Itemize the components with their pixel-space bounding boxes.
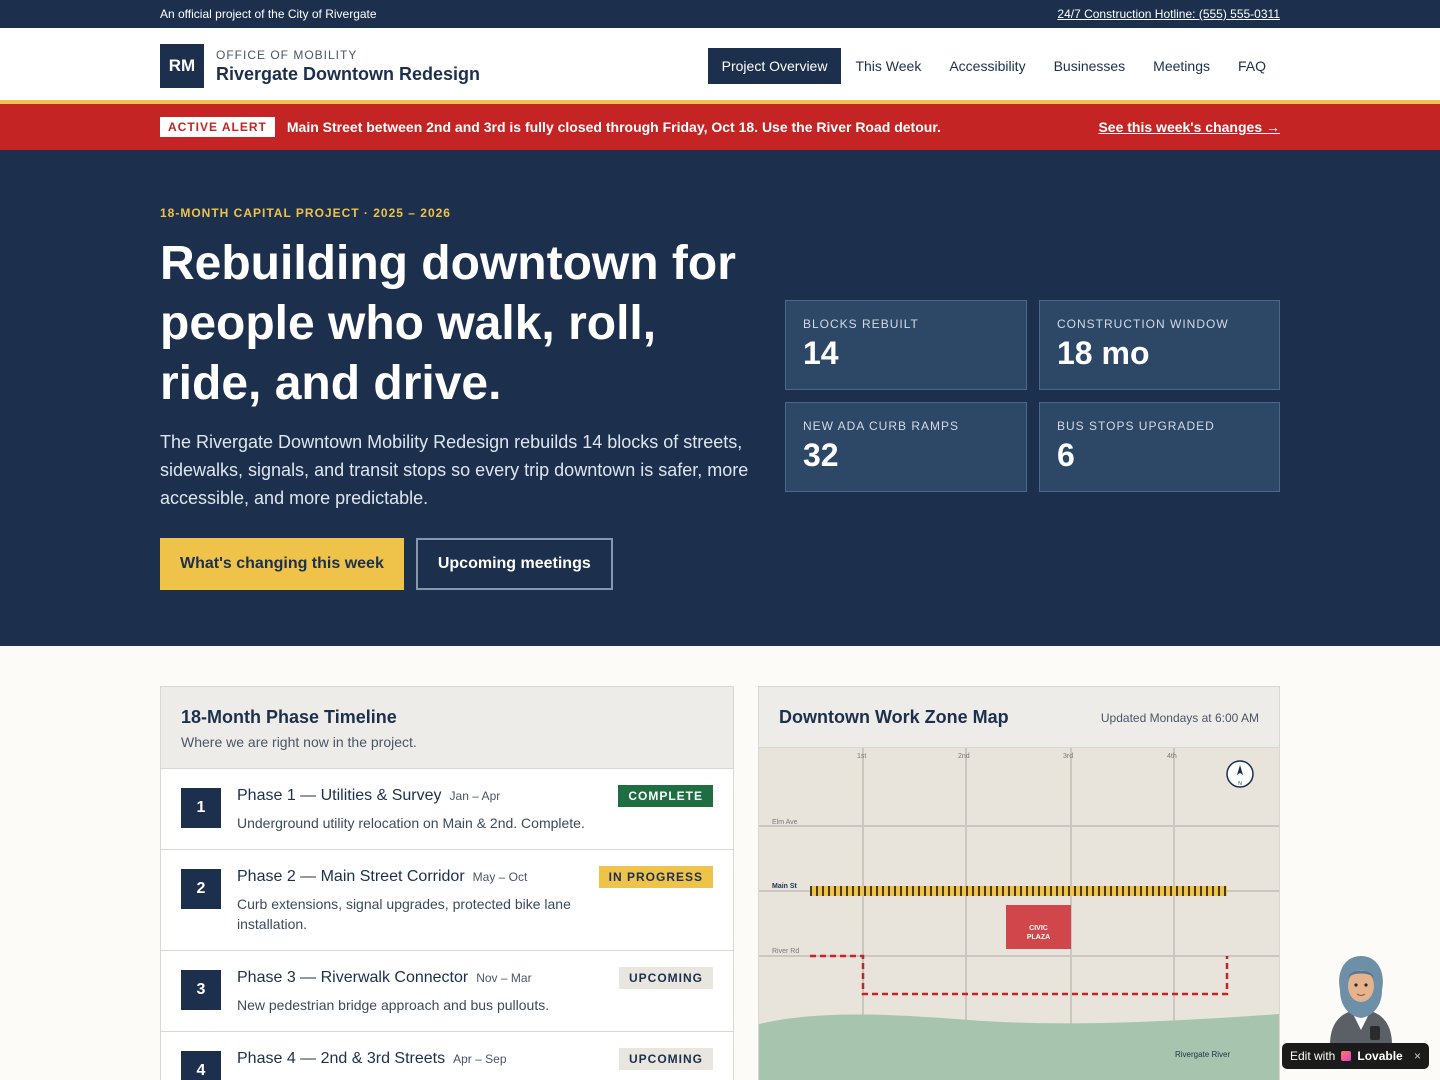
stat-value: 6 [1057,437,1075,473]
status-badge: IN PROGRESS [598,866,713,888]
phase-dates: May – Oct [472,870,528,884]
stat-value: 18 mo [1057,335,1150,371]
nav-meetings[interactable]: Meetings [1139,48,1224,84]
project-stats: BLOCKS REBUILT 14 CONSTRUCTION WINDOW 18… [785,300,1280,492]
phase-item: 4 Phase 4 — 2nd & 3rd Streets Apr – Sep U… [161,1032,733,1080]
whats-changing-button[interactable]: What's changing this week [160,538,404,590]
hero: 18-MONTH CAPITAL PROJECT · 2025 – 2026 R… [0,150,1440,646]
hotline-link[interactable]: 24/7 Construction Hotline: (555) 555-031… [1057,7,1280,21]
map-updated: Updated Mondays at 6:00 AM [1100,711,1259,725]
phase-item: 2 Phase 2 — Main Street Corridor May – Oc… [161,850,733,951]
brand-home-link[interactable]: RM OFFICE OF MOBILITY Rivergate Downtown… [160,44,480,88]
timeline-subtitle: Where we are right now in the project. [181,734,417,750]
lovable-brand-text: Lovable [1357,1049,1403,1063]
active-alert-banner: ACTIVE ALERT Main Street between 2nd and… [0,104,1440,150]
stat-card: BLOCKS REBUILT 14 [785,300,1027,390]
phase-description: Underground utility relocation on Main &… [237,815,585,831]
phase-title: Phase 4 — 2nd & 3rd Streets [237,1050,446,1067]
hero-title: Rebuilding downtown for people who walk,… [160,237,736,410]
nav-businesses[interactable]: Businesses [1040,48,1140,84]
stat-label: BUS STOPS UPGRADED [1057,419,1215,433]
phase-description: Curb extensions, signal upgrades, protec… [237,896,571,932]
stat-label: BLOCKS REBUILT [803,317,919,331]
stat-label: NEW ADA CURB RAMPS [803,419,960,433]
weekly-changes-link[interactable]: See this week's changes → [1098,119,1280,135]
phase-number: 3 [181,970,221,1010]
nav-faq[interactable]: FAQ [1224,48,1280,84]
work-zone-map-card: Downtown Work Zone Map Updated Mondays a… [758,686,1280,1080]
alert-badge: ACTIVE ALERT [160,117,275,137]
official-banner: An official project of the City of River… [0,0,1440,28]
stat-card: NEW ADA CURB RAMPS 32 [785,402,1027,492]
phase-number: 1 [181,788,221,828]
nav-project-overview[interactable]: Project Overview [707,48,842,84]
status-badge: COMPLETE [618,785,713,807]
status-badge: UPCOMING [619,967,713,989]
street-label-elm: Elm Ave [772,819,798,826]
compass-label: N [1238,781,1242,787]
stat-label: CONSTRUCTION WINDOW [1057,317,1229,331]
phase-timeline: 18-Month Phase Timeline Where we are rig… [160,686,734,1080]
street-label-4th: 4th [1167,753,1177,760]
phase-number: 4 [181,1051,221,1080]
brand-kicker: OFFICE OF MOBILITY [216,47,358,62]
phase-dates: Nov – Mar [476,971,532,985]
phase-item: 3 Phase 3 — Riverwalk Connector Nov – Mar… [161,951,733,1032]
phase-dates: Jan – Apr [449,789,501,803]
timeline-title: 18-Month Phase Timeline [181,707,397,727]
upcoming-meetings-button[interactable]: Upcoming meetings [415,538,613,590]
stat-card: BUS STOPS UPGRADED 6 [1039,402,1280,492]
phase-title: Phase 3 — Riverwalk Connector [237,969,469,986]
stat-value: 32 [803,437,839,473]
brand-name: Rivergate Downtown Redesign [216,63,481,84]
official-text: An official project of the City of River… [160,7,377,21]
street-label-3rd: 3rd [1063,753,1073,760]
street-label-2nd: 2nd [958,753,970,760]
nav-accessibility[interactable]: Accessibility [935,48,1039,84]
phase-dates: Apr – Sep [453,1052,507,1066]
assistant-avatar[interactable] [1322,950,1400,1045]
river [759,1014,1279,1080]
hero-description: The Rivergate Downtown Mobility Redesign… [160,432,749,508]
stat-card: CONSTRUCTION WINDOW 18 mo [1039,300,1280,390]
phase-number: 2 [181,869,221,909]
close-icon[interactable]: × [1414,1049,1421,1063]
phase-title: Phase 2 — Main Street Corridor [237,868,465,885]
street-label-1st: 1st [857,753,866,760]
work-zone-map[interactable]: 1st 2nd 3rd 4th Elm Ave Main St River Rd… [759,748,1279,1080]
site-header: RM OFFICE OF MOBILITY Rivergate Downtown… [0,28,1440,104]
edit-with-text: Edit with [1290,1049,1336,1063]
stat-value: 14 [803,335,839,371]
street-label-main: Main St [772,883,798,890]
river-label: Rivergate River [1175,1050,1230,1059]
hero-eyebrow: 18-MONTH CAPITAL PROJECT · 2025 – 2026 [160,206,451,220]
plaza-label: PLAZA [1027,934,1050,941]
main-nav: Project Overview This Week Accessibility… [707,48,1280,84]
map-title: Downtown Work Zone Map [779,707,1009,727]
status-badge: UPCOMING [619,1048,713,1070]
phase-item: 1 Phase 1 — Utilities & Survey Jan – Apr … [161,769,733,850]
phase-title: Phase 1 — Utilities & Survey [237,787,442,804]
lovable-heart-icon [1341,1051,1352,1061]
alert-text: Main Street between 2nd and 3rd is fully… [286,119,941,135]
nav-this-week[interactable]: This Week [841,48,935,84]
compass-icon: N [1226,760,1254,788]
plaza-label: CIVIC [1029,925,1048,932]
brand-logo: RM [160,44,204,88]
edit-with-lovable-badge[interactable]: Edit with Lovable × [1282,1043,1429,1069]
phase-description: New pedestrian bridge approach and bus p… [237,997,550,1013]
project-details: 18-Month Phase Timeline Where we are rig… [0,646,1440,1080]
street-label-river-rd: River Rd [772,948,799,955]
